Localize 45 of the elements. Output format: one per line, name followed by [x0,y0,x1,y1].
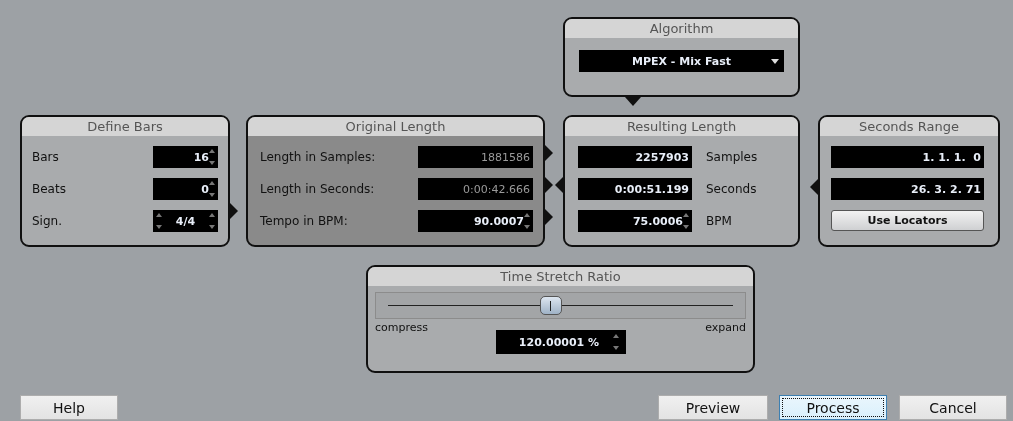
spin-arrows-icon[interactable] [156,212,162,230]
caret-icon [771,59,779,64]
field-label: Tempo in BPM: [260,214,348,228]
spin-arrows-icon[interactable] [524,212,530,230]
value-field[interactable]: 120.00001 % [495,330,626,354]
unit-label: Samples [706,150,758,164]
value-field[interactable]: 16 [153,146,218,168]
value-field: 0:00:42.666 [418,178,533,200]
unit-label: Seconds [706,182,757,196]
field-label: Beats [32,182,66,196]
spin-arrows-icon[interactable] [683,212,689,230]
value-field[interactable]: 90.0007 [418,210,533,232]
value-field[interactable]: 75.0006 [578,210,692,232]
spin-arrows-icon[interactable] [613,333,620,351]
value-field[interactable]: 0 [153,178,218,200]
field-label: Bars [32,150,59,164]
slider[interactable] [375,292,746,319]
panel-title: Original Length [248,117,543,136]
dialog-button[interactable]: Process [779,395,887,420]
slider-thumb[interactable] [539,296,562,315]
field-label: Sign. [32,214,62,228]
panel-title: Algorithm [565,19,798,38]
panel-title: Seconds Range [820,117,998,136]
value-field[interactable]: 4/4 [153,210,218,232]
scale-label: compress [375,321,428,334]
dialog-button[interactable]: Cancel [899,395,1007,420]
field-label: Length in Seconds: [260,182,375,196]
unit-label: BPM [706,214,732,228]
position-field[interactable]: 26. 3. 2. 71 [831,178,984,200]
dialog-button[interactable]: Preview [658,395,768,420]
field-label: Length in Samples: [260,150,376,164]
algorithm-dropdown[interactable]: MPEX - Mix Fast [579,50,784,72]
panel-title: Resulting Length [565,117,798,136]
spin-arrows-icon[interactable] [209,180,215,198]
spin-arrows-icon[interactable] [209,212,215,230]
dialog-button[interactable]: Help [20,395,118,420]
value-field[interactable]: 2257903 [578,146,692,168]
value-field[interactable]: 0:00:51.199 [578,178,692,200]
scale-label: expand [705,321,746,334]
value-field: 1881586 [418,146,533,168]
panel-title: Time Stretch Ratio [368,267,753,286]
panel-title: Define Bars [22,117,228,136]
use-locators-button[interactable]: Use Locators [831,210,984,231]
position-field[interactable]: 1. 1. 1. 0 [831,146,984,168]
spin-arrows-icon[interactable] [209,148,215,166]
